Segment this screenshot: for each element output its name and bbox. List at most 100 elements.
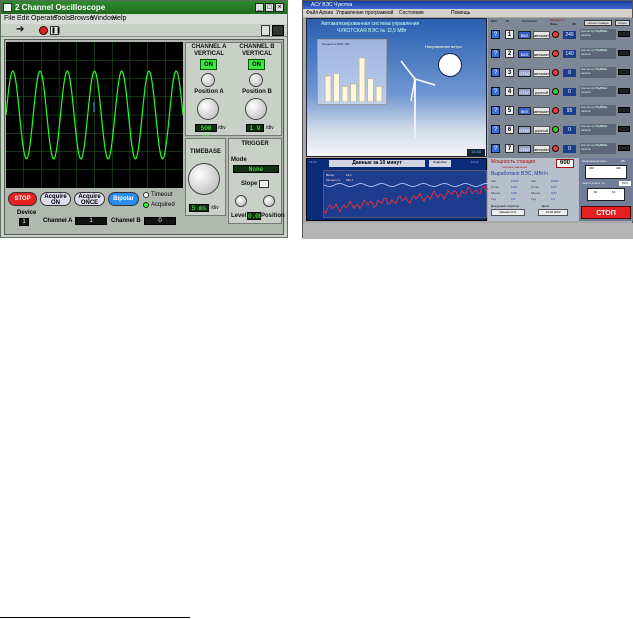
menu-browse[interactable]: Browse — [70, 15, 93, 22]
table-row: ? 5 ВКЛ автомат 95 Кол-во ср.ПЕДВЕЕ залета — [488, 104, 633, 118]
run-arrow-icon[interactable]: ➔ — [16, 24, 24, 35]
channel-b-volts-display[interactable]: 1 V — [246, 124, 264, 132]
channel-b-offset-knob[interactable] — [249, 73, 263, 87]
turbine-indicator — [618, 31, 630, 37]
turbine-mode[interactable]: автомат — [533, 107, 550, 115]
turbine-mode[interactable]: ручной — [533, 126, 550, 134]
trigger-level-knob[interactable] — [235, 195, 247, 207]
turbine-state[interactable]: ОТКЛ — [518, 145, 531, 153]
menu-help[interactable]: Помощь — [451, 10, 470, 16]
turbine-number: 4 — [505, 87, 514, 96]
trend-period-select[interactable]: Данные за 10 минут — [329, 160, 425, 167]
trigger-level-display[interactable]: 0.00 — [247, 212, 262, 220]
stat-cell: Сутки — [491, 185, 500, 189]
turbine-status-led — [552, 126, 559, 133]
turbine-state[interactable]: ВКЛ — [518, 50, 531, 58]
menu-operate[interactable]: Operate — [31, 15, 56, 22]
channel-a-on-button[interactable]: ON — [200, 59, 217, 70]
freq-tick-1: 60 — [594, 190, 598, 194]
menu-help[interactable]: Help — [112, 15, 126, 22]
turbine-info-label: Кол-во ср.ПЕДВЕЕ залета — [581, 86, 608, 94]
frequency-label: Частота сети, Гц — [582, 181, 606, 185]
menu-file[interactable]: Файл — [306, 10, 318, 16]
deu-button[interactable]: ? — [491, 106, 500, 115]
turbine-mode[interactable]: автомат — [533, 69, 550, 77]
stop-button[interactable]: STOP — [8, 192, 37, 206]
trend-time-right: 13:34 — [471, 160, 479, 164]
channel-b-select[interactable]: 0 — [144, 217, 176, 225]
turbine-state[interactable]: ОТКЛ — [518, 88, 531, 96]
turbine-mode[interactable]: ручной — [533, 88, 550, 96]
menu-bar: Файл Архив Управление программой Состоян… — [303, 9, 632, 17]
channel-a-select[interactable]: 1 — [75, 217, 107, 225]
turbine-mode[interactable]: автомат — [533, 145, 550, 153]
turbine-status-led — [552, 69, 559, 76]
station-stop-button[interactable]: СТОП — [581, 206, 631, 219]
turbine-mode[interactable]: автомат — [533, 50, 550, 58]
menu-file[interactable]: File — [4, 15, 15, 22]
menu-state[interactable]: Состояние — [399, 10, 424, 16]
close-button[interactable]: × — [275, 3, 284, 12]
turbine-power-value: 140 — [563, 50, 576, 58]
turbine-state[interactable]: ОТКЛ — [518, 126, 531, 134]
menu-program[interactable]: Управление программой — [336, 10, 393, 16]
menu-tools[interactable]: Tools — [54, 15, 70, 22]
deu-button[interactable]: ? — [491, 49, 500, 58]
maximize-button[interactable]: □ — [265, 3, 274, 12]
acquire-once-button[interactable]: Acquire ONCE — [74, 192, 105, 206]
minimize-button[interactable]: _ — [255, 3, 264, 12]
abort-icon[interactable] — [39, 26, 48, 35]
trend-power-line — [323, 186, 489, 214]
trigger-position-knob[interactable] — [263, 195, 275, 207]
channel-b-on-button[interactable]: ON — [248, 59, 265, 70]
trend-details-button[interactable]: Подробно — [429, 160, 451, 167]
deu-button[interactable]: ? — [491, 30, 500, 39]
bipolar-button[interactable]: Bipolar — [108, 192, 139, 206]
turbine-info-label: Кол-во ср.ПЕДВЕЕ залета — [581, 67, 608, 75]
reset-button[interactable]: Сброс — [615, 20, 630, 26]
channel-a-volts-knob[interactable] — [197, 98, 219, 120]
channel-a-volts-display[interactable]: 500 mV — [195, 124, 217, 139]
overview-title-1: Автоматизированная система управления — [321, 21, 420, 27]
trigger-mode-select[interactable]: None — [233, 165, 279, 173]
device-select[interactable]: 1 — [19, 218, 29, 226]
deu-button[interactable]: ? — [491, 87, 500, 96]
slope-toggle[interactable] — [259, 180, 269, 188]
power-bar — [324, 75, 332, 102]
summary-panel: Мощность станции 600 текущее значение Вы… — [488, 158, 633, 221]
pause-icon[interactable]: ❚❚ — [50, 26, 61, 35]
turbine-power-value: 0 — [563, 126, 576, 134]
fire-alarm-button[interactable]: Сигнал пожара — [584, 20, 612, 26]
channel-b-volts-knob[interactable] — [245, 98, 267, 120]
trigger-mode-label: Mode — [231, 157, 247, 163]
overview-title-2: ЧУКОТСКАЯ ВЭС № 1 — [337, 28, 390, 34]
power-bar — [350, 83, 357, 102]
deu-button[interactable]: ? — [491, 125, 500, 134]
timebase-knob[interactable] — [188, 163, 220, 195]
channel-b-select-label: Channel B — [111, 218, 141, 224]
stat-cell: 0,8 — [511, 197, 516, 201]
station-power-sub: текущее значение — [502, 165, 528, 169]
channel-a-offset-knob[interactable] — [201, 73, 215, 87]
turbine-indicator — [618, 107, 630, 113]
turbine-state[interactable]: ВКЛ — [518, 107, 531, 115]
deu-button[interactable]: ? — [491, 144, 500, 153]
power-bar — [375, 85, 383, 102]
deu-button[interactable]: ? — [491, 68, 500, 77]
menu-archive[interactable]: Архив — [319, 10, 333, 16]
menu-edit[interactable]: Edit — [17, 15, 29, 22]
turbine-info: Кол-во ср.ПЕДВЕЕ залета — [580, 143, 616, 154]
clock-display: 13:34 — [467, 149, 485, 156]
turbine-mode[interactable]: автомат — [533, 31, 550, 39]
vi-icon — [272, 25, 284, 36]
turbine-state[interactable]: ОТКЛ — [518, 69, 531, 77]
turbine-state[interactable]: ВКЛ — [518, 31, 531, 39]
table-row: ? 1 ВКЛ автомат 249 Кол-во ср.ПЕДВЕЕ залета — [488, 28, 633, 42]
acquire-on-button[interactable]: Acquire ON — [40, 192, 71, 206]
header-phases: Фазы — [550, 22, 558, 26]
trigger-slope-label: Slope — [241, 181, 258, 187]
meter-title: Напряжение сети — [582, 159, 607, 163]
grid — [6, 42, 183, 188]
timebase-display[interactable]: 5 ms — [189, 204, 209, 212]
help-icon[interactable] — [261, 25, 270, 36]
